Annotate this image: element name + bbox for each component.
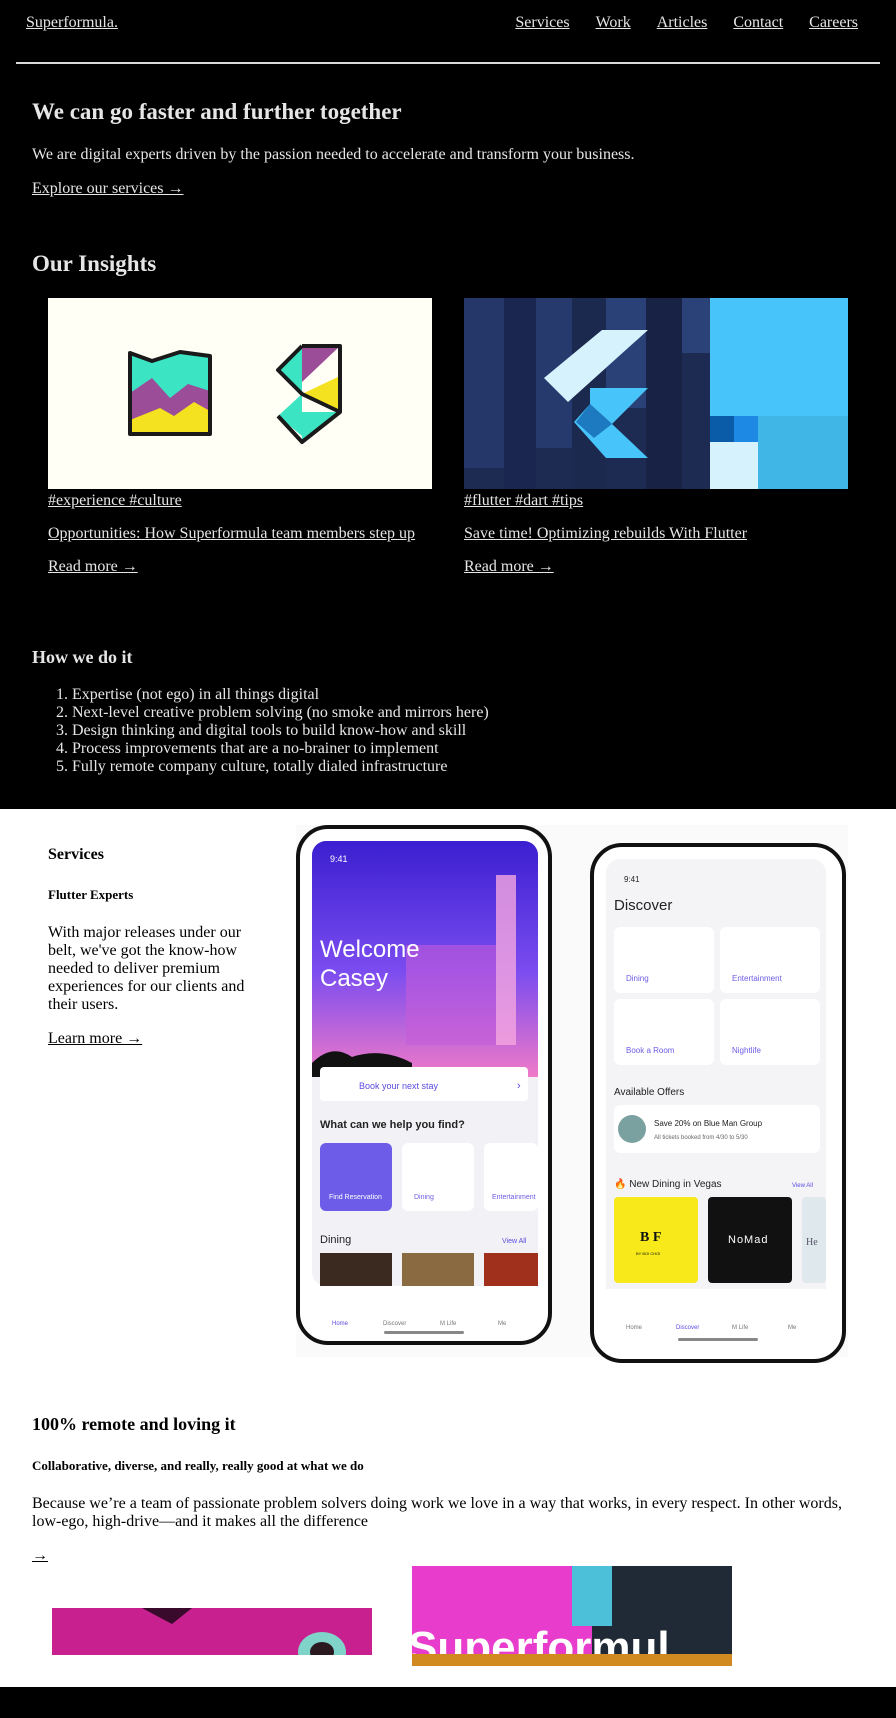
tile-label: Book a Room bbox=[626, 1046, 675, 1055]
tile-label: Entertainment bbox=[492, 1194, 536, 1201]
services-section: Services Flutter Experts With major rele… bbox=[0, 809, 896, 1687]
hero-text: We are digital experts driven by the pas… bbox=[32, 146, 635, 163]
insight-image-superformula[interactable] bbox=[48, 298, 432, 489]
view-all-link[interactable]: View All bbox=[502, 1238, 527, 1245]
header-divider bbox=[16, 62, 880, 64]
offer-subtitle: All tickets booked from 4/30 to 5/30 bbox=[654, 1135, 748, 1141]
welcome-name: Casey bbox=[320, 965, 388, 992]
tile-label: Dining bbox=[414, 1194, 434, 1201]
insight-title[interactable]: Opportunities: How Superformula team mem… bbox=[48, 525, 432, 543]
insight-image-flutter[interactable] bbox=[464, 298, 848, 489]
offer-avatar bbox=[618, 1115, 646, 1143]
phone-mockup-discover: 9:41 Discover Dining Entertainment Book … bbox=[590, 843, 846, 1363]
how-title: How we do it bbox=[32, 647, 133, 667]
nav-careers[interactable]: Careers bbox=[809, 14, 858, 32]
learn-more-link[interactable]: Learn more → bbox=[48, 1030, 142, 1048]
tab-mlife[interactable]: M Life bbox=[732, 1325, 749, 1331]
tile-entertainment[interactable] bbox=[720, 927, 820, 993]
tab-discover[interactable]: Discover bbox=[383, 1321, 406, 1327]
status-time: 9:41 bbox=[624, 875, 640, 884]
nav-contact[interactable]: Contact bbox=[733, 14, 783, 32]
tab-home[interactable]: Home bbox=[626, 1325, 643, 1331]
team-photo-1 bbox=[52, 1608, 372, 1655]
explore-services-link[interactable]: Explore our services → bbox=[32, 180, 184, 198]
tab-me[interactable]: Me bbox=[788, 1325, 797, 1331]
insight-tags[interactable]: #experience #culture bbox=[48, 492, 432, 510]
read-more-link[interactable]: Read more → bbox=[48, 558, 432, 576]
tile-label: Nightlife bbox=[732, 1046, 761, 1055]
insight-title[interactable]: Save time! Optimizing rebuilds With Flut… bbox=[464, 525, 848, 543]
tile-book-room[interactable] bbox=[614, 999, 714, 1065]
remote-text: Because we’re a team of passionate probl… bbox=[32, 1495, 842, 1530]
remote-heading: 100% remote and loving it bbox=[32, 1414, 236, 1434]
nav-articles[interactable]: Articles bbox=[657, 14, 708, 32]
offer-title: Save 20% on Blue Man Group bbox=[654, 1119, 763, 1128]
how-list: Expertise (not ego) in all things digita… bbox=[32, 686, 489, 776]
hero-title: We can go faster and further together bbox=[32, 99, 402, 124]
new-dining-heading: 🔥 New Dining in Vegas bbox=[614, 1177, 722, 1190]
team-photo-2: Superformul bbox=[412, 1566, 732, 1666]
nav-work[interactable]: Work bbox=[596, 14, 631, 32]
tile-label: Find Reservation bbox=[329, 1194, 382, 1201]
book-stay-label: Book your next stay bbox=[359, 1081, 439, 1091]
read-more-link[interactable]: Read more → bbox=[464, 558, 848, 576]
tile-label: Dining bbox=[626, 974, 649, 983]
help-heading: What can we help you find? bbox=[320, 1119, 465, 1131]
list-item: Next-level creative problem solving (no … bbox=[72, 704, 489, 722]
insight-card-culture: #experience #culture Opportunities: How … bbox=[48, 298, 432, 576]
services-subheading: Flutter Experts bbox=[48, 887, 134, 902]
status-time: 9:41 bbox=[330, 854, 348, 864]
logo-link[interactable]: Superformula. bbox=[26, 14, 118, 32]
insight-card-flutter: #flutter #dart #tips Save time! Optimizi… bbox=[464, 298, 848, 576]
restaurant-logo-nomad: NoMad bbox=[728, 1234, 768, 1246]
view-all-link[interactable]: View All bbox=[792, 1183, 813, 1189]
services-text: With major releases under our belt, we'v… bbox=[48, 924, 245, 1013]
list-item: Process improvements that are a no-brain… bbox=[72, 740, 489, 758]
welcome-text: Welcome bbox=[320, 936, 420, 963]
tab-home[interactable]: Home bbox=[332, 1321, 349, 1327]
remote-subheading: Collaborative, diverse, and really, real… bbox=[32, 1458, 364, 1473]
tile-nightlife[interactable] bbox=[720, 999, 820, 1065]
site-header: Superformula. Services Work Articles Con… bbox=[0, 0, 896, 64]
restaurant-logo-partial: He bbox=[806, 1237, 818, 1248]
app-mockups: 9:41 Welcome Casey Book your next stay ›… bbox=[296, 825, 848, 1363]
list-item: Fully remote company culture, totally di… bbox=[72, 758, 489, 776]
services-heading: Services bbox=[48, 846, 104, 863]
insight-tags[interactable]: #flutter #dart #tips bbox=[464, 492, 848, 510]
main-nav: Services Work Articles Contact Careers bbox=[515, 14, 858, 32]
tile-label: Entertainment bbox=[732, 974, 783, 983]
tab-mlife[interactable]: M Life bbox=[440, 1321, 457, 1327]
tile-dining[interactable] bbox=[402, 1143, 474, 1211]
phone-mockup-home: 9:41 Welcome Casey Book your next stay ›… bbox=[296, 825, 552, 1345]
nav-services[interactable]: Services bbox=[515, 14, 569, 32]
remote-arrow-link[interactable]: → bbox=[32, 1547, 48, 1565]
list-item: Expertise (not ego) in all things digita… bbox=[72, 686, 489, 704]
restaurant-logo-bf: B F bbox=[640, 1230, 661, 1245]
insights-title: Our Insights bbox=[32, 251, 157, 276]
tile-dining[interactable] bbox=[614, 927, 714, 993]
discover-title: Discover bbox=[614, 897, 672, 914]
offers-heading: Available Offers bbox=[614, 1087, 684, 1098]
chevron-right-icon: › bbox=[517, 1080, 521, 1092]
superformula-brand-illustration bbox=[48, 298, 432, 489]
tab-me[interactable]: Me bbox=[498, 1321, 507, 1327]
flutter-logo-illustration bbox=[464, 298, 848, 489]
restaurant-sub: BY BOI CHOI bbox=[636, 1251, 660, 1256]
dining-heading: Dining bbox=[320, 1234, 351, 1246]
list-item: Design thinking and digital tools to bui… bbox=[72, 722, 489, 740]
tab-discover[interactable]: Discover bbox=[676, 1325, 699, 1331]
